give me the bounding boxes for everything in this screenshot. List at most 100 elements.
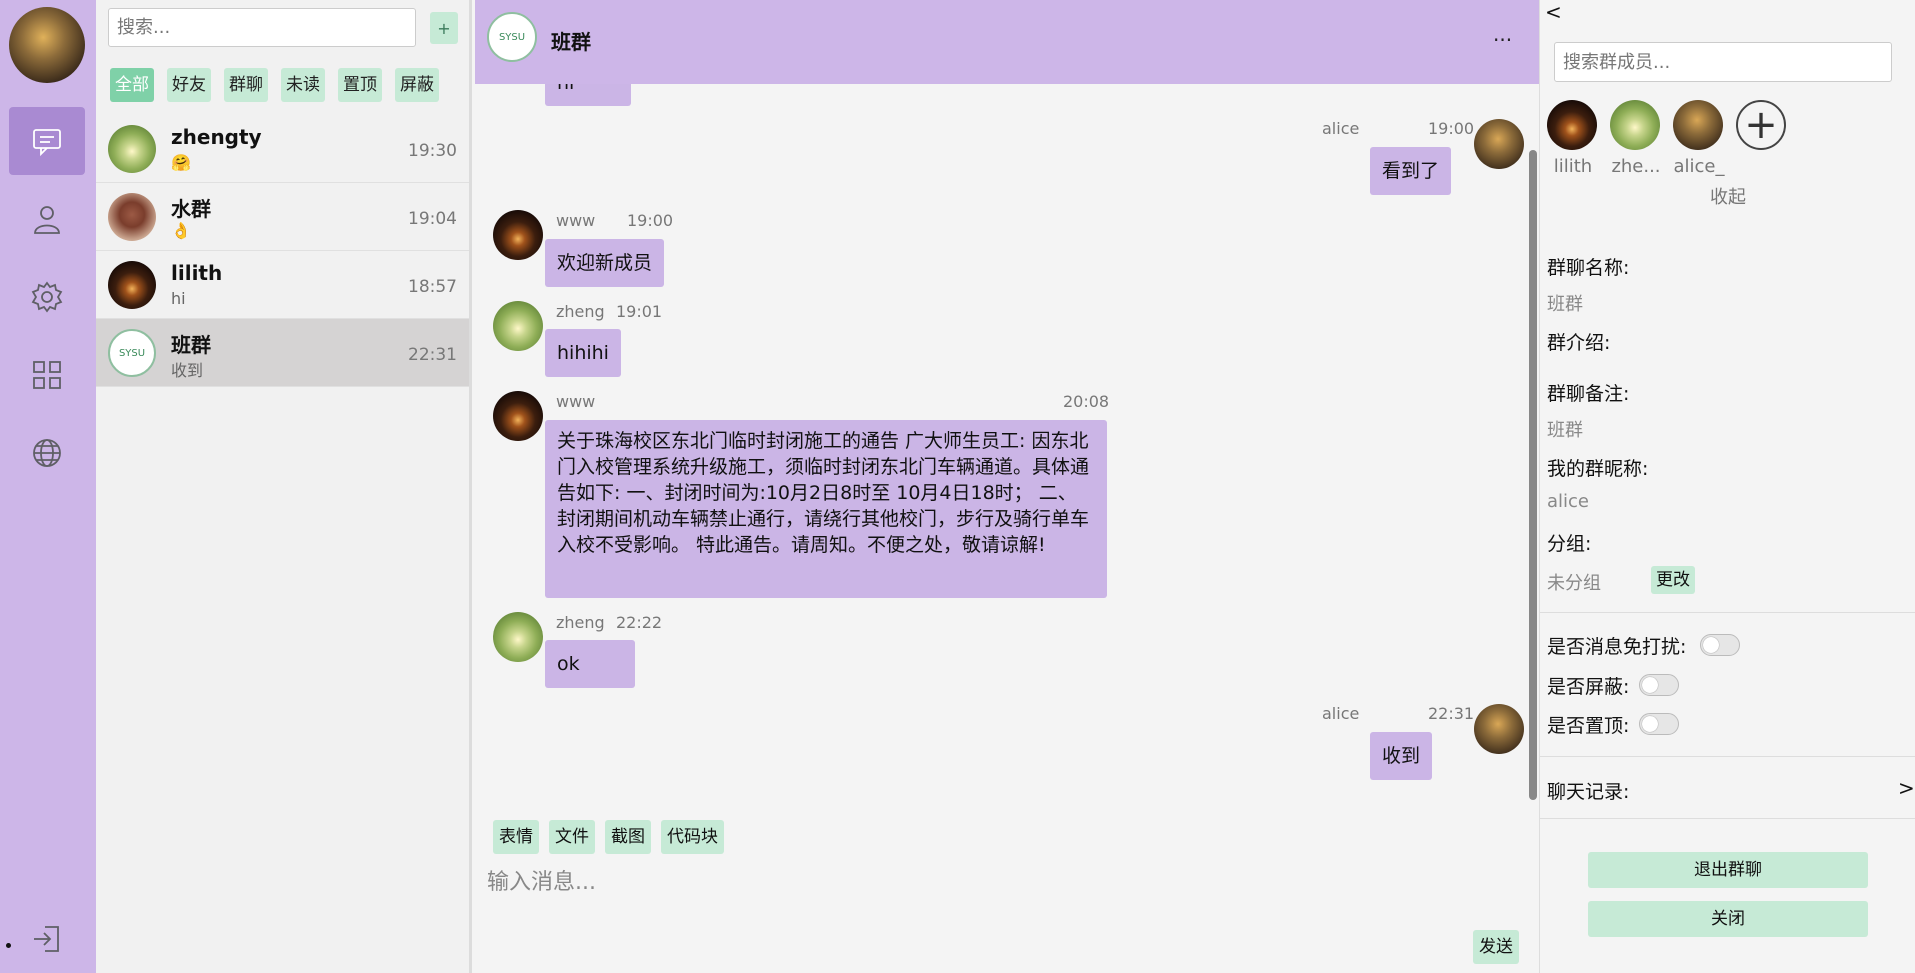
conversation-name: 水群	[171, 197, 211, 221]
my-avatar[interactable]	[9, 7, 85, 83]
grid-icon	[33, 361, 61, 389]
globe-nav-button[interactable]	[9, 419, 85, 487]
conversation-time: 22:31	[408, 345, 457, 365]
chat-nav-button[interactable]	[9, 107, 85, 175]
mute-toggle[interactable]	[1700, 634, 1740, 656]
chat-window: SYSU 班群 ... hi alice 19:00 看到了 www 19:00…	[475, 0, 1539, 973]
add-member-icon[interactable]: +	[1736, 100, 1786, 150]
message-time: 19:01	[616, 302, 663, 321]
filter-unread[interactable]: 未读	[281, 68, 325, 102]
group-name-label: 群聊名称:	[1547, 257, 1630, 279]
logo-text: SYSU	[118, 347, 146, 359]
group-remark-label: 群聊备注:	[1547, 383, 1630, 405]
group-name-value[interactable]: 班群	[1547, 290, 1583, 316]
avatar	[1610, 100, 1660, 150]
settings-nav-button[interactable]	[9, 263, 85, 331]
conversation-name: 班群	[171, 333, 211, 357]
mute-label: 是否消息免打扰:	[1547, 636, 1687, 658]
message-sender: zheng	[556, 613, 605, 632]
conversation-list-panel: + 全部 好友 群聊 未读 置顶 屏蔽 zhengty 🤗 19:30 水群 👌…	[96, 0, 472, 973]
message-bubble: hihihi	[545, 329, 621, 377]
avatar	[1474, 704, 1524, 754]
add-button[interactable]: +	[430, 12, 458, 44]
logout-button[interactable]	[9, 905, 85, 973]
group-intro-label: 群介绍:	[1547, 332, 1611, 354]
contacts-nav-button[interactable]	[9, 185, 85, 253]
apps-nav-button[interactable]	[9, 341, 85, 409]
conversation-preview: 收到	[171, 361, 204, 380]
conversation-time: 18:57	[408, 277, 457, 297]
logo-text: SYSU	[498, 31, 526, 43]
nickname-value[interactable]: alice	[1547, 491, 1589, 512]
member-search-input[interactable]	[1554, 42, 1892, 82]
leave-group-button[interactable]: 退出群聊	[1588, 852, 1868, 888]
message-list[interactable]: hi alice 19:00 看到了 www 19:00 欢迎新成员 zheng…	[475, 0, 1539, 800]
member-item[interactable]: zhe...	[1610, 100, 1662, 177]
message-sender: www	[556, 211, 596, 230]
filter-blocked[interactable]: 屏蔽	[395, 68, 439, 102]
scrollbar[interactable]	[1529, 150, 1537, 800]
conversation-item-selected[interactable]: SYSU 班群 收到 22:31	[96, 319, 469, 387]
nav-rail	[0, 0, 96, 973]
message-time: 20:08	[1063, 392, 1110, 411]
filter-groups[interactable]: 群聊	[224, 68, 268, 102]
group-remark-value[interactable]: 班群	[1547, 416, 1583, 442]
filter-pinned[interactable]: 置顶	[338, 68, 382, 102]
message-time: 22:22	[616, 613, 663, 632]
chat-history-label[interactable]: 聊天记录:	[1547, 777, 1629, 804]
message-input[interactable]	[487, 862, 1517, 902]
conversation-name: lilith	[171, 261, 223, 285]
chat-icon	[33, 129, 61, 157]
screenshot-button[interactable]: 截图	[605, 820, 651, 854]
collapse-button[interactable]: 收起	[1710, 183, 1746, 209]
close-button[interactable]: 关闭	[1588, 901, 1868, 937]
message-bubble: 关于珠海校区东北门临时封闭施工的通告 广大师生员工: 因东北门入校管理系统升级施…	[545, 420, 1107, 598]
group-logo: SYSU	[108, 329, 156, 377]
logout-icon	[34, 926, 59, 952]
back-button[interactable]: <	[1545, 0, 1562, 24]
conversation-preview: hi	[171, 289, 186, 308]
message-toolbar: 表情 文件 截图 代码块	[493, 820, 724, 854]
gear-icon	[31, 281, 63, 313]
globe-icon	[33, 439, 61, 467]
filter-tabs: 全部 好友 群聊 未读 置顶 屏蔽	[110, 68, 439, 102]
conversation-preview: 🤗	[171, 153, 191, 172]
change-button[interactable]: 更改	[1651, 566, 1695, 594]
divider	[1540, 756, 1915, 757]
member-name: alice_	[1673, 156, 1725, 177]
group-avatar[interactable]: SYSU	[487, 12, 537, 62]
conversation-item[interactable]: 水群 👌 19:04	[96, 183, 469, 251]
avatar	[1547, 100, 1597, 150]
chat-header: SYSU 班群 ...	[475, 0, 1539, 84]
message-time: 19:00	[1428, 119, 1475, 138]
pin-toggle[interactable]	[1639, 713, 1679, 735]
avatar	[108, 261, 156, 309]
avatar	[108, 193, 156, 241]
message-sender: alice	[1322, 119, 1360, 138]
block-toggle[interactable]	[1639, 674, 1679, 696]
conversation-item[interactable]: zhengty 🤗 19:30	[96, 115, 469, 183]
send-button[interactable]: 发送	[1473, 930, 1519, 964]
group-category-value: 未分组	[1547, 573, 1601, 594]
conversation-time: 19:30	[408, 141, 457, 161]
filter-friends[interactable]: 好友	[167, 68, 211, 102]
avatar	[1673, 100, 1723, 150]
search-input[interactable]	[108, 8, 416, 47]
message-bubble: 看到了	[1370, 147, 1452, 195]
file-button[interactable]: 文件	[549, 820, 595, 854]
nickname-label: 我的群昵称:	[1547, 458, 1649, 480]
message-sender: zheng	[556, 302, 605, 321]
code-block-button[interactable]: 代码块	[661, 820, 724, 854]
message-bubble: 收到	[1370, 732, 1433, 780]
conversation-time: 19:04	[408, 209, 457, 229]
avatar	[493, 391, 543, 441]
member-item[interactable]: lilith	[1547, 100, 1599, 177]
avatar	[1474, 119, 1524, 169]
chevron-right-icon[interactable]: >	[1898, 776, 1915, 800]
conversation-item[interactable]: lilith hi 18:57	[96, 251, 469, 319]
filter-all[interactable]: 全部	[110, 68, 154, 102]
member-item[interactable]: alice_	[1673, 100, 1725, 177]
avatar	[493, 612, 543, 662]
emoji-button[interactable]: 表情	[493, 820, 539, 854]
more-button[interactable]: ...	[1493, 22, 1512, 46]
